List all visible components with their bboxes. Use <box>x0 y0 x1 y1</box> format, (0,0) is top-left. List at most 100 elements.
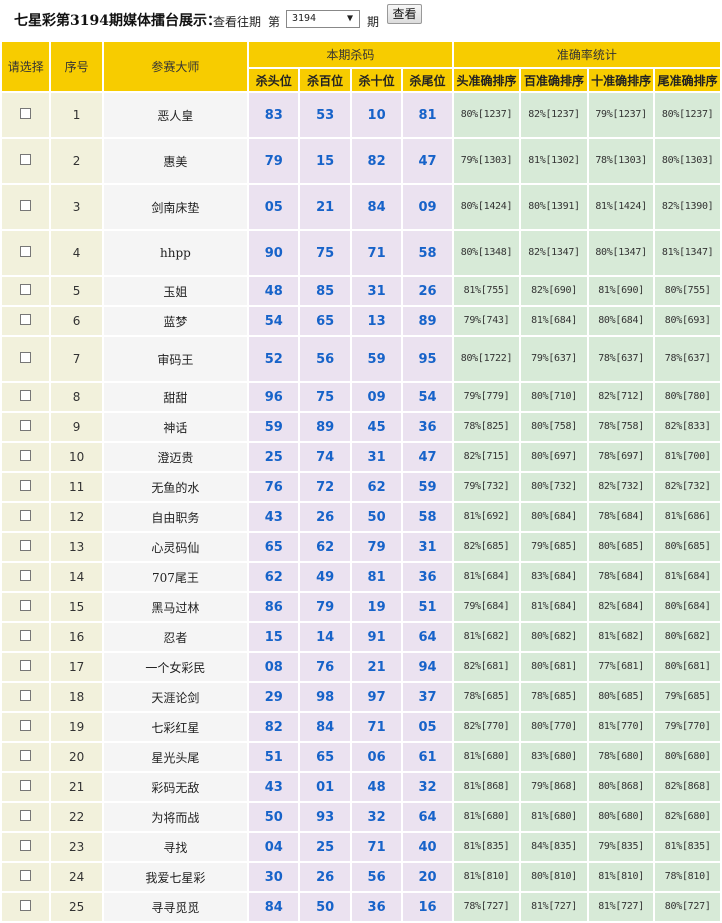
row-index: 4 <box>51 231 102 275</box>
row-checkbox[interactable] <box>20 450 32 461</box>
kill-number: 65 <box>249 533 299 561</box>
kill-number: 51 <box>403 593 452 621</box>
table-row: 7 审码王 52 56 59 95 80%[1722] 79%[637] 78%[637] 78%… <box>2 337 720 381</box>
kill-number: 48 <box>249 277 299 305</box>
kill-number: 10 <box>351 93 402 137</box>
row-checkbox[interactable] <box>20 570 32 581</box>
row-checkbox[interactable] <box>20 780 32 791</box>
kill-number: 31 <box>351 277 402 305</box>
kill-number: 62 <box>351 473 402 501</box>
row-checkbox[interactable] <box>20 510 32 521</box>
master-name: 彩码无敌 <box>103 773 248 801</box>
master-name: 审码王 <box>103 337 248 381</box>
kill-number: 21 <box>351 653 402 681</box>
kill-number: 59 <box>403 473 452 501</box>
master-name: 甜甜 <box>103 383 248 411</box>
kill-number: 14 <box>300 623 350 651</box>
row-checkbox[interactable] <box>20 540 32 551</box>
row-checkbox[interactable] <box>20 246 32 257</box>
row-checkbox[interactable] <box>20 420 32 431</box>
master-name: 黑马过林 <box>103 593 248 621</box>
row-checkbox[interactable] <box>20 810 32 821</box>
accuracy-stat: 80%[732] <box>521 473 587 501</box>
row-index: 11 <box>51 473 102 501</box>
accuracy-stat: 81%[686] <box>655 503 720 531</box>
accuracy-stat: 78%[758] <box>588 413 654 441</box>
kill-number: 89 <box>403 307 452 335</box>
row-checkbox[interactable] <box>20 480 32 491</box>
table-row: 6 蓝梦 54 65 13 89 79%[743] 81%[684] 80%[684] 80%[6… <box>2 307 720 335</box>
view-button[interactable]: 查看 <box>387 4 422 24</box>
row-checkbox[interactable] <box>20 630 32 641</box>
accuracy-stat: 81%[680] <box>453 743 520 771</box>
kill-number: 31 <box>351 443 402 471</box>
accuracy-stat: 81%[684] <box>453 563 520 591</box>
table-row: 23 寻找 04 25 71 40 81%[835] 84%[835] 79%[835] 81%[… <box>2 833 720 861</box>
kill-number: 36 <box>351 893 402 921</box>
kill-number: 47 <box>403 443 452 471</box>
accuracy-stat: 81%[680] <box>521 803 587 831</box>
kill-number: 15 <box>249 623 299 651</box>
accuracy-stat: 80%[1391] <box>521 185 587 229</box>
table-row: 16 忍者 15 14 91 64 81%[682] 80%[682] 81%[682] 80%[… <box>2 623 720 651</box>
accuracy-stat: 80%[1237] <box>453 93 520 137</box>
kill-number: 75 <box>300 231 350 275</box>
accuracy-stat: 82%[1237] <box>521 93 587 137</box>
row-select-cell <box>2 593 50 621</box>
accuracy-stat: 81%[682] <box>453 623 520 651</box>
row-index: 20 <box>51 743 102 771</box>
kill-number: 65 <box>300 307 350 335</box>
accuracy-stat: 78%[727] <box>453 893 520 921</box>
accuracy-stat: 80%[758] <box>521 413 587 441</box>
row-checkbox[interactable] <box>20 154 32 165</box>
row-checkbox[interactable] <box>20 690 32 701</box>
kill-number: 19 <box>351 593 402 621</box>
row-checkbox[interactable] <box>20 108 32 119</box>
row-select-cell <box>2 893 50 921</box>
row-index: 12 <box>51 503 102 531</box>
row-checkbox[interactable] <box>20 660 32 671</box>
row-index: 14 <box>51 563 102 591</box>
row-index: 9 <box>51 413 102 441</box>
row-select-cell <box>2 863 50 891</box>
accuracy-stat: 81%[682] <box>588 623 654 651</box>
kill-group-header: 本期杀码 <box>249 42 452 67</box>
master-name: 天涯论剑 <box>103 683 248 711</box>
kill-number: 43 <box>249 773 299 801</box>
table-row: 15 黑马过林 86 79 19 51 79%[684] 81%[684] 82%[684] 80… <box>2 593 720 621</box>
kill-number: 26 <box>300 503 350 531</box>
kill-number: 71 <box>351 231 402 275</box>
row-checkbox[interactable] <box>20 352 32 363</box>
row-index: 8 <box>51 383 102 411</box>
table-row: 4 hhpp 90 75 71 58 80%[1348] 82%[1347] 80%[1347]… <box>2 231 720 275</box>
kill-number: 04 <box>249 833 299 861</box>
period-prefix: 第 <box>268 15 281 29</box>
col-select-header: 请选择 <box>2 42 50 91</box>
accuracy-stat: 79%[684] <box>453 593 520 621</box>
accuracy-stat: 79%[743] <box>453 307 520 335</box>
row-checkbox[interactable] <box>20 870 32 881</box>
row-checkbox[interactable] <box>20 600 32 611</box>
row-checkbox[interactable] <box>20 200 32 211</box>
kill-number: 48 <box>351 773 402 801</box>
row-checkbox[interactable] <box>20 314 32 325</box>
row-checkbox[interactable] <box>20 750 32 761</box>
accuracy-stat: 80%[1722] <box>453 337 520 381</box>
kill-number: 74 <box>300 443 350 471</box>
accuracy-stat: 81%[684] <box>655 563 720 591</box>
row-checkbox[interactable] <box>20 390 32 401</box>
row-select-cell <box>2 803 50 831</box>
accuracy-stat: 80%[1237] <box>655 93 720 137</box>
row-checkbox[interactable] <box>20 900 32 911</box>
row-checkbox[interactable] <box>20 284 32 295</box>
accuracy-stat: 80%[682] <box>655 623 720 651</box>
kill-number: 54 <box>249 307 299 335</box>
row-select-cell <box>2 185 50 229</box>
row-select-cell <box>2 713 50 741</box>
history-label: 查看往期 <box>213 15 262 29</box>
accuracy-stat: 82%[868] <box>655 773 720 801</box>
row-checkbox[interactable] <box>20 840 32 851</box>
row-checkbox[interactable] <box>20 720 32 731</box>
period-select[interactable]: 3194 ▼ <box>286 10 360 28</box>
accuracy-stat: 80%[727] <box>655 893 720 921</box>
